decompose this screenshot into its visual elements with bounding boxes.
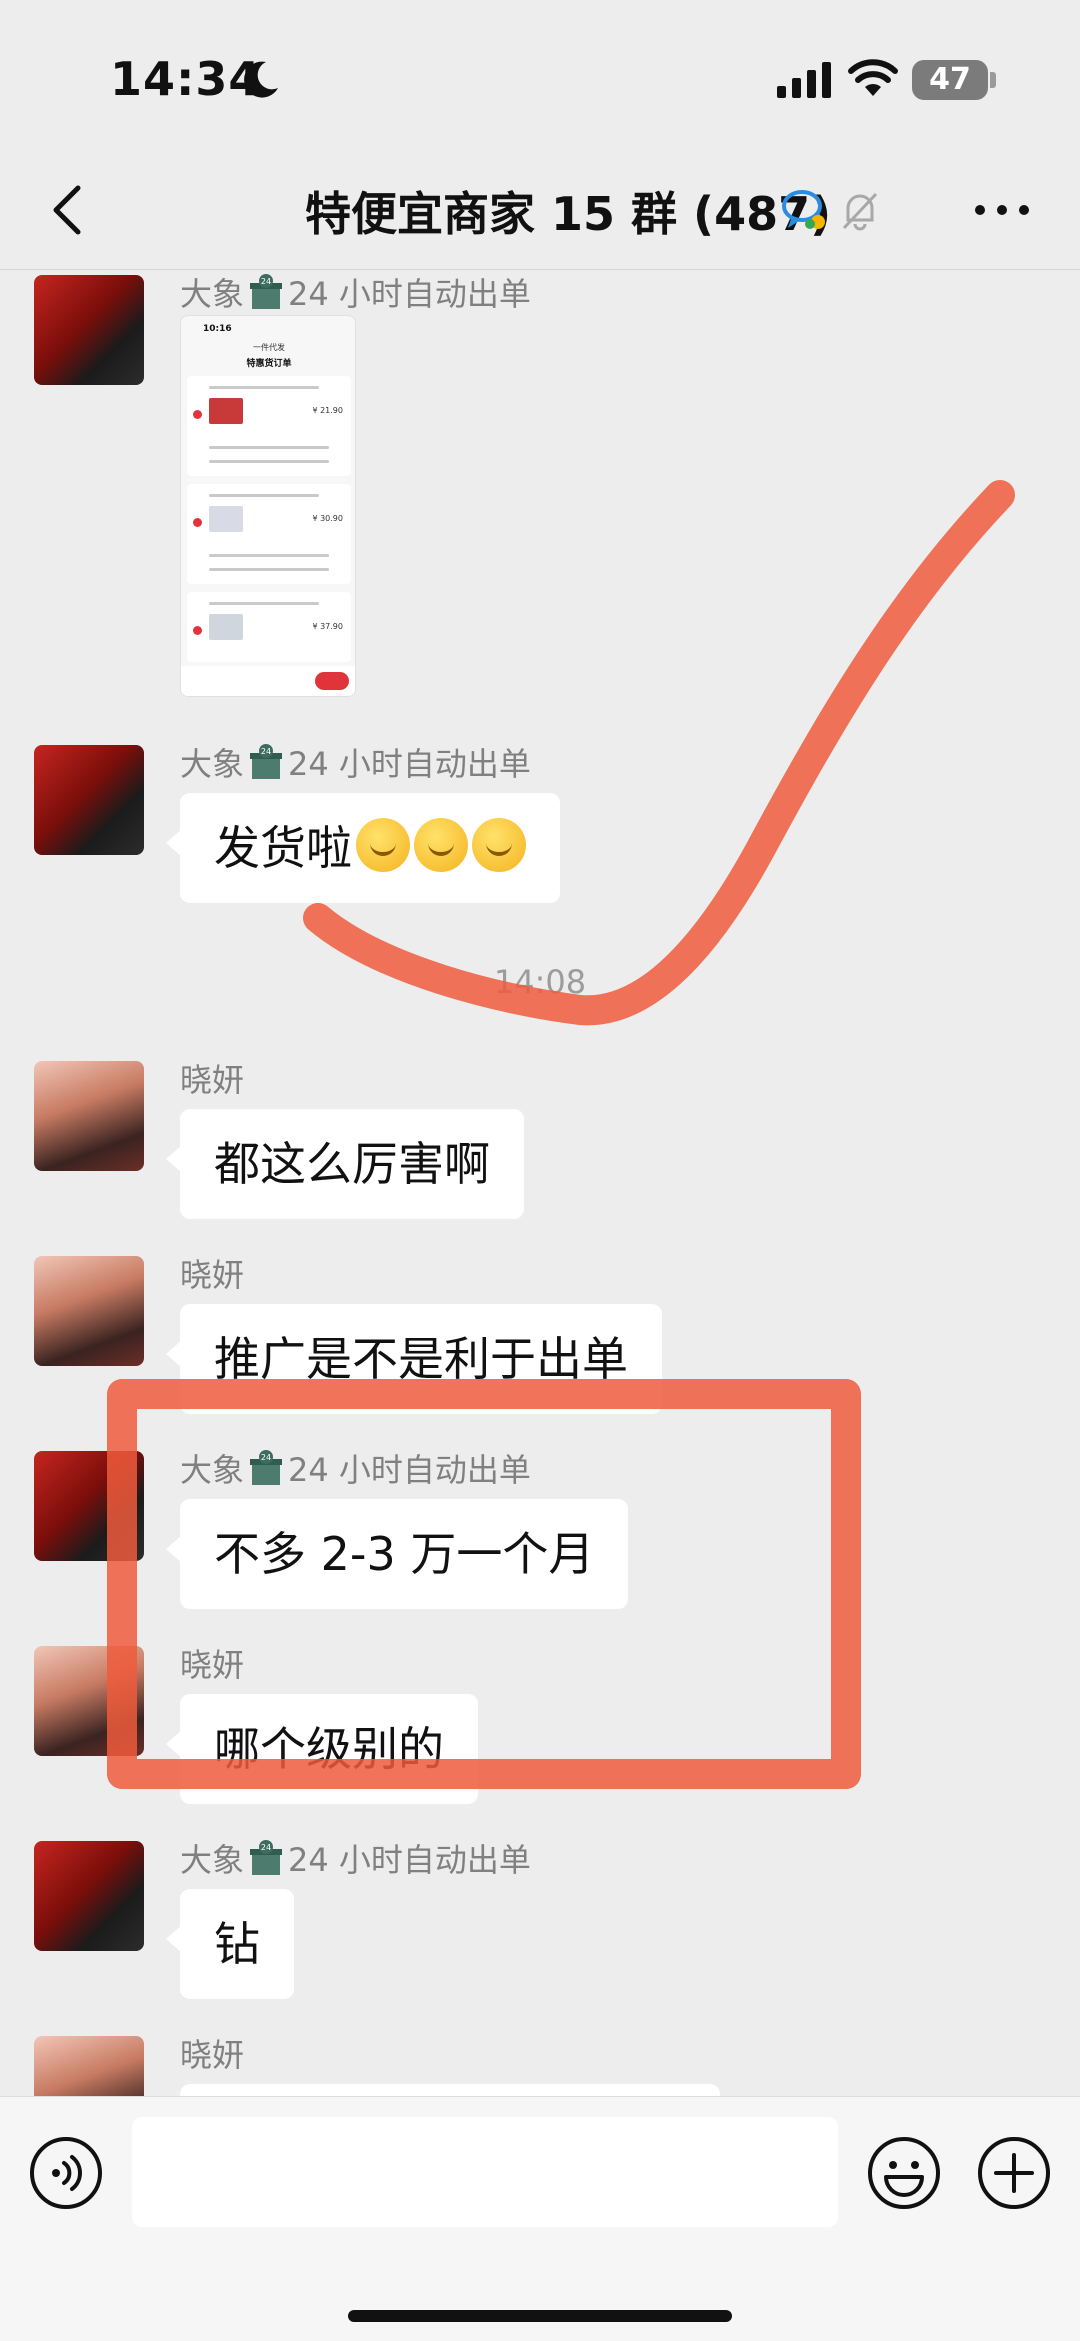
thumb-bottom-bar — [181, 666, 355, 696]
wifi-icon — [848, 59, 898, 96]
store-badge-icon: 24 — [250, 744, 283, 779]
avatar[interactable] — [34, 2036, 144, 2096]
message-text: 发货啦 — [214, 821, 352, 875]
avatar[interactable] — [34, 275, 144, 385]
avatar[interactable] — [34, 1451, 144, 1561]
sender-name: 大象 24 24 小时自动出单 — [180, 739, 531, 785]
thumb-order-card: ¥ 30.90 — [187, 484, 351, 584]
sender-name: 晓妍 — [180, 1061, 245, 1099]
thumb-price: ¥ 21.90 — [312, 406, 343, 415]
status-time: 14:34 — [110, 52, 262, 106]
sender-name: 晓妍 — [180, 1256, 245, 1294]
moon-icon — [244, 61, 278, 98]
svg-text:24: 24 — [261, 1453, 271, 1462]
sender-name: 大象 24 24 小时自动出单 — [180, 1835, 531, 1881]
battery-indicator: 47 — [912, 60, 988, 100]
message-bubble[interactable]: 不多 2-3 万一个月 — [165, 1499, 629, 1609]
thumb-title: 特惠货订单 — [246, 359, 292, 369]
message-bubble[interactable]: 钻 — [166, 1889, 294, 1999]
thumb-order-card: ¥ 37.90 — [187, 592, 351, 662]
sender-name: 大象 24 24 小时自动出单 — [180, 271, 531, 315]
message-bubble[interactable]: 发货啦 — [166, 793, 560, 903]
message-list[interactable]: 大象 24 24 小时自动出单 10:16 一件代发 特惠货订单 ¥ 21.90 ¥… — [0, 271, 1080, 2096]
avatar[interactable] — [34, 1256, 144, 1366]
home-indicator — [348, 2310, 732, 2322]
sender-name-prefix: 大象 — [180, 1841, 245, 1879]
sender-name-suffix: 24 小时自动出单 — [288, 1451, 531, 1489]
signal-icon — [777, 62, 831, 98]
input-bar — [0, 2096, 1080, 2341]
thumb-price: ¥ 30.90 — [312, 514, 343, 523]
avatar[interactable] — [34, 745, 144, 855]
thinking-face-emoji-icon — [472, 818, 526, 872]
sender-name-prefix: 大象 — [180, 1451, 245, 1489]
message-bubble[interactable]: 推广是不是利于出单 — [166, 1304, 662, 1414]
thumb-app-name: 一件代发 — [253, 343, 285, 352]
store-badge-icon: 24 — [250, 1840, 283, 1875]
sender-name-suffix: 24 小时自动出单 — [288, 275, 531, 313]
more-options-button[interactable] — [970, 190, 1034, 230]
svg-text:24: 24 — [261, 747, 271, 756]
voice-button[interactable] — [28, 2135, 104, 2211]
thinking-face-emoji-icon — [356, 818, 410, 872]
svg-text:24: 24 — [261, 277, 271, 286]
svg-text:24: 24 — [261, 1843, 271, 1852]
battery-cap — [990, 72, 996, 88]
sender-name: 大象 24 24 小时自动出单 — [180, 1445, 531, 1491]
message-bubble[interactable] — [180, 2084, 720, 2096]
thumb-time: 10:16 — [203, 324, 232, 334]
thinking-face-emoji-icon — [414, 818, 468, 872]
emoji-button[interactable] — [866, 2135, 942, 2211]
plus-button[interactable] — [976, 2135, 1052, 2211]
sender-name-prefix: 大象 — [180, 275, 245, 313]
chat-bubble-icon — [782, 190, 825, 229]
sender-name: 晓妍 — [180, 2036, 245, 2074]
store-badge-icon: 24 — [250, 1450, 283, 1485]
chat-title: 特便宜商家 15 群 (487) — [305, 187, 832, 241]
sender-name-suffix: 24 小时自动出单 — [288, 1841, 531, 1879]
avatar[interactable] — [34, 1646, 144, 1756]
thumb-order-card: ¥ 21.90 — [187, 376, 351, 476]
bell-mute-icon — [842, 192, 878, 231]
sender-name-prefix: 大象 — [180, 745, 245, 783]
chat-header: 特便宜商家 15 群 (487) — [0, 150, 1080, 270]
message-input[interactable] — [132, 2117, 838, 2227]
back-button[interactable] — [40, 180, 100, 240]
store-badge-icon: 24 — [250, 274, 283, 309]
message-bubble[interactable]: 都这么厉害啊 — [166, 1109, 524, 1219]
avatar[interactable] — [34, 1061, 144, 1171]
message-bubble[interactable]: 哪个级别的 — [166, 1694, 478, 1804]
avatar[interactable] — [34, 1841, 144, 1951]
image-message[interactable]: 10:16 一件代发 特惠货订单 ¥ 21.90 ¥ 30.90 ¥ 37.90 — [180, 315, 356, 697]
sender-name-suffix: 24 小时自动出单 — [288, 745, 531, 783]
sender-name: 晓妍 — [180, 1646, 245, 1684]
message-timestamp: 14:08 — [493, 963, 587, 1001]
thumb-price: ¥ 37.90 — [312, 622, 343, 631]
status-bar: 14:34 47 — [0, 0, 1080, 150]
